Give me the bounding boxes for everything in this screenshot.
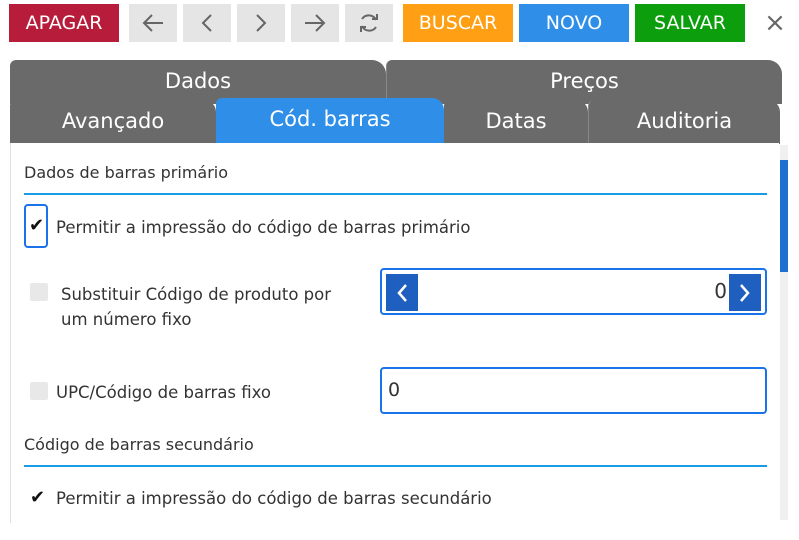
search-button-label: BUSCAR	[418, 12, 498, 34]
arrow-right-icon	[305, 14, 326, 32]
tab-avancado[interactable]: Avançado	[10, 100, 216, 144]
tab-datas-label: Datas	[485, 109, 547, 133]
first-record-button[interactable]	[129, 4, 177, 42]
previous-record-button[interactable]	[183, 4, 231, 42]
search-button[interactable]: BUSCAR	[403, 4, 513, 42]
checkmark-icon: ✔	[30, 487, 46, 508]
replace-code-label-line2: um número fixo	[61, 310, 192, 329]
chevron-left-icon	[201, 14, 212, 32]
save-button-label: SALVAR	[654, 12, 726, 34]
close-button[interactable]: ×	[755, 4, 795, 42]
new-button-label: NOVO	[545, 12, 603, 34]
allow-print-secondary-checkbox[interactable]: ✔	[24, 484, 48, 514]
close-icon: ×	[764, 8, 786, 38]
allow-print-primary-label: Permitir a impressão do código de barras…	[56, 218, 471, 237]
checkmark-icon: ✔	[29, 215, 45, 236]
tab-auditoria[interactable]: Auditoria	[588, 100, 780, 144]
save-button[interactable]: SALVAR	[635, 4, 745, 42]
upc-fixed-label: UPC/Código de barras fixo	[56, 383, 272, 402]
fixed-number-value: 0	[714, 279, 727, 303]
chevron-right-icon	[740, 283, 750, 302]
tab-auditoria-label: Auditoria	[636, 109, 733, 133]
primary-divider	[24, 193, 767, 195]
next-record-button[interactable]	[237, 4, 285, 42]
chevron-right-icon	[256, 14, 267, 32]
arrow-left-icon	[142, 14, 163, 32]
increment-button[interactable]	[729, 274, 761, 311]
scrollbar-thumb[interactable]	[780, 160, 788, 272]
upc-fixed-checkbox[interactable]	[30, 382, 48, 400]
secondary-section-title: Código de barras secundário	[24, 435, 254, 454]
last-record-button[interactable]	[291, 4, 339, 42]
fixed-number-stepper[interactable]: 0	[380, 268, 767, 315]
delete-button-label: APAGAR	[25, 12, 103, 34]
tab-precos[interactable]: Preços	[386, 60, 782, 104]
new-button[interactable]: NOVO	[519, 4, 629, 42]
tab-precos-label: Preços	[550, 69, 619, 93]
refresh-button[interactable]	[345, 4, 393, 42]
decrement-button[interactable]	[386, 274, 418, 311]
tab-datas[interactable]: Datas	[444, 100, 588, 144]
tab-cod-barras-label: Cód. barras	[269, 107, 391, 131]
allow-print-primary-checkbox[interactable]: ✔	[24, 204, 48, 248]
delete-button[interactable]: APAGAR	[9, 4, 119, 42]
upc-fixed-input[interactable]: 0	[380, 367, 767, 414]
replace-code-label-line1: Substituir Código de produto por	[61, 285, 332, 304]
secondary-divider	[24, 465, 767, 467]
chevron-left-icon	[397, 283, 407, 302]
primary-section-title: Dados de barras primário	[24, 163, 229, 182]
refresh-icon	[360, 14, 378, 32]
replace-code-checkbox[interactable]	[30, 283, 48, 301]
allow-print-secondary-label: Permitir a impressão do código de barras…	[56, 489, 492, 508]
tab-dados-label: Dados	[164, 69, 232, 93]
tab-avancado-label: Avançado	[61, 109, 165, 133]
tab-cod-barras[interactable]: Cód. barras	[216, 98, 444, 144]
